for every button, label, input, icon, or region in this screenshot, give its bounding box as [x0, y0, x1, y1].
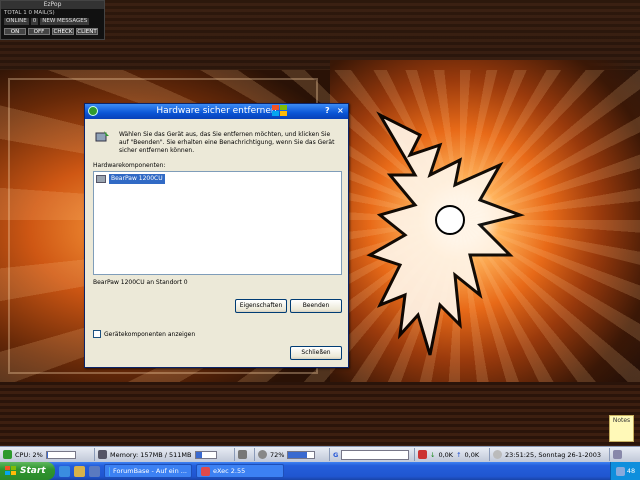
task-label: eXec 2.55	[213, 467, 246, 475]
browser-icon	[109, 466, 110, 476]
system-tray[interactable]: 48	[610, 462, 640, 480]
ezpop-total: TOTAL 1 0 MAIL(S)	[4, 10, 55, 16]
clock-icon	[493, 450, 502, 459]
ezpop-client-button[interactable]: CLIENT	[76, 28, 98, 35]
start-button[interactable]: Start	[0, 462, 55, 480]
memory-meter-fill	[195, 451, 202, 458]
clock-segment[interactable]: 23:51:25, Sonntag 26-1-2003	[490, 448, 610, 461]
usb-device-icon	[95, 131, 109, 142]
windows-logo-icon	[272, 105, 287, 116]
cpu-label: CPU: 2%	[15, 450, 43, 459]
ezpop-off-button[interactable]: OFF	[28, 28, 50, 35]
device-location-text: BearPaw 1200CU an Standort 0	[93, 279, 188, 286]
properties-button[interactable]: Eigenschaften	[235, 299, 287, 313]
net-down-label: 0,0K	[438, 450, 454, 459]
memory-icon	[98, 450, 107, 459]
tray-icon	[615, 466, 625, 476]
memory-label: Memory: 157MB / 511MB	[110, 450, 192, 459]
ezpop-status: ONLINE	[4, 18, 29, 25]
ezpop-widget: EzPop TOTAL 1 0 MAIL(S) ONLINE 0 NEW MES…	[0, 0, 105, 40]
list-item-label: BearPaw 1200CU	[109, 174, 165, 184]
search-input[interactable]	[341, 449, 410, 460]
ezpop-title: EzPop	[1, 1, 104, 9]
app-icon	[201, 466, 210, 476]
quicklaunch-folder-icon[interactable]	[74, 465, 85, 477]
drive-icon	[238, 450, 247, 459]
volume-meter	[287, 450, 316, 459]
dialog-titlebar[interactable]: Hardware sicher entfernen ? ×	[85, 104, 348, 119]
quicklaunch-desktop-icon[interactable]	[89, 465, 100, 477]
net-up-label: 0,0K	[464, 450, 480, 459]
cpu-icon	[3, 450, 12, 459]
system-monitor-bar: CPU: 2% Memory: 157MB / 511MB 72% G ↓ 0,…	[0, 446, 640, 462]
dialog-title: Hardware sicher entfernen	[156, 106, 277, 116]
close-icon[interactable]: ×	[337, 106, 344, 115]
wallpaper-bottom-band	[0, 382, 640, 446]
volume-label: 72%	[270, 450, 285, 459]
intro-text: Wählen Sie das Gerät aus, das Sie entfer…	[119, 131, 335, 154]
stop-button[interactable]: Beenden	[290, 299, 342, 313]
task-forumbase[interactable]: ForumBase - Auf ein ...	[104, 464, 192, 478]
sysbar-extra-segment[interactable]	[610, 448, 640, 461]
cpu-meter-fill	[46, 451, 48, 458]
ezpop-on-button[interactable]: ON	[4, 28, 26, 35]
cpu-segment[interactable]: CPU: 2%	[0, 448, 95, 461]
ezpop-count: 0	[30, 18, 39, 25]
scanner-icon	[96, 175, 106, 183]
ezpop-check-button[interactable]: CHECK	[52, 28, 74, 35]
notes-label: Notes	[612, 417, 631, 424]
network-segment[interactable]: ↓ 0,0K ↑ 0,0K	[415, 448, 490, 461]
task-label: ForumBase - Auf ein ...	[112, 467, 187, 475]
volume-meter-fill	[288, 451, 308, 458]
cpu-meter	[45, 450, 76, 459]
quicklaunch-browser-icon[interactable]	[59, 465, 70, 477]
components-label: Hardwarekomponenten:	[93, 162, 166, 169]
dragon-emblem-image	[366, 111, 526, 356]
tray-text: 48	[626, 467, 636, 475]
memory-segment[interactable]: Memory: 157MB / 511MB	[95, 448, 235, 461]
memory-meter	[194, 450, 217, 459]
show-components-row[interactable]: Gerätekomponenten anzeigen	[93, 330, 195, 338]
show-components-checkbox[interactable]	[93, 330, 101, 338]
search-segment[interactable]: G	[330, 448, 415, 461]
safely-remove-hardware-dialog: Hardware sicher entfernen ? × Wählen Sie…	[84, 103, 349, 368]
help-button[interactable]: ?	[325, 106, 330, 115]
taskbar: Start ForumBase - Auf ein ... eXec 2.55 …	[0, 462, 640, 480]
windows-logo-icon	[5, 466, 16, 475]
close-button[interactable]: Schließen	[290, 346, 342, 360]
upload-arrow-icon: ↑	[456, 450, 462, 459]
monitor-icon	[613, 450, 622, 459]
speaker-icon	[258, 450, 267, 459]
list-item[interactable]: BearPaw 1200CU	[96, 174, 165, 184]
ezpop-new-label: NEW MESSAGES	[40, 18, 90, 25]
task-exec[interactable]: eXec 2.55	[196, 464, 284, 478]
clock-label: 23:51:25, Sonntag 26-1-2003	[505, 450, 602, 459]
volume-segment[interactable]: 72%	[255, 448, 330, 461]
download-arrow-icon: ↓	[430, 450, 436, 459]
notes-desktop-icon[interactable]: Notes	[609, 415, 634, 442]
show-components-label: Gerätekomponenten anzeigen	[104, 330, 196, 338]
drive-segment[interactable]	[235, 448, 255, 461]
network-icon	[418, 450, 427, 459]
google-search-icon: G	[333, 450, 339, 459]
hardware-components-list[interactable]: BearPaw 1200CU	[93, 171, 342, 275]
start-label: Start	[20, 466, 46, 476]
